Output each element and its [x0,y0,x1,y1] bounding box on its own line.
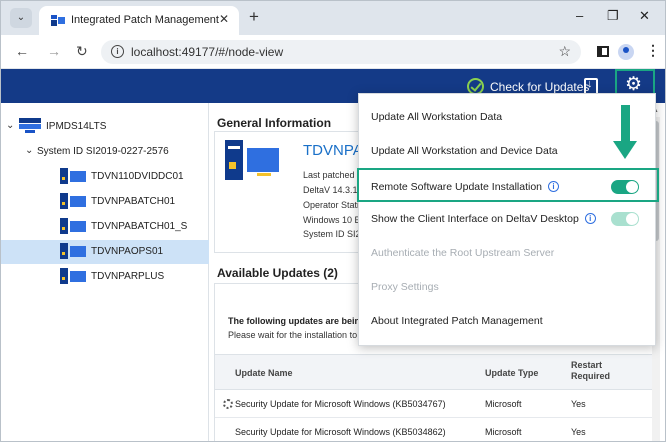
menu-item-label: About Integrated Patch Management [371,315,543,327]
back-arrow-icon[interactable]: ← [15,43,29,59]
node-info-line: System ID SI20 [303,229,366,239]
restore-icon[interactable]: ❐ [607,8,619,24]
updates-table-header: Update Name Update Type Restart Required [215,354,655,390]
minimize-icon[interactable]: – [576,8,583,23]
remote-update-toggle[interactable] [611,180,639,194]
workstation-icon [60,193,86,209]
site-info-icon[interactable]: i [111,45,124,58]
tree-node-label: TDVNPABATCH01 [91,196,176,207]
tree-root-label: IPMDS14LTS [46,121,107,132]
menu-item-label: Update All Workstation Data [371,111,503,123]
tree-node-label: TDVNPARPLUS [91,271,165,282]
installing-spinner-icon [223,399,233,409]
tab-title: Integrated Patch Management [71,14,219,26]
update-type-cell: Microsoft [485,427,522,437]
menu-item-label: Update All Workstation and Device Data [371,145,558,157]
tree-item-node-selected[interactable]: TDVNPAOPS01 [1,240,209,264]
update-name-cell: Security Update for Microsoft Windows (K… [235,427,446,437]
address-bar: ← → ↻ i localhost:49177/#/node-view ☆ ⋮ [1,35,665,69]
menu-item-text: Show the Client Interface on DeltaV Desk… [371,213,579,225]
menu-item-label: Authenticate the Root Upstream Server [371,247,555,259]
browser-tab[interactable]: Integrated Patch Management ✕ [39,6,239,35]
tab-search-chevron-icon[interactable]: ⌄ [10,8,32,28]
tab-bar: ⌄ Integrated Patch Management ✕ + – ❐ ✕ [1,1,665,35]
browser-menu-icon[interactable]: ⋮ [646,42,660,59]
chevron-down-icon[interactable]: ⌄ [6,120,14,131]
annotation-arrowhead-icon [613,141,637,159]
menu-item-text: Remote Software Update Installation [371,181,543,193]
tree-item-node[interactable]: TDVN110DVIDDC01 [1,165,209,189]
workstation-icon [60,168,86,184]
restart-cell: Yes [571,399,586,409]
workstation-large-icon [225,140,279,184]
available-updates-title: Available Updates (2) [217,266,338,280]
column-restart-required: Restart Required [571,360,611,381]
settings-menu: Update All Workstation Data Update All W… [357,93,659,346]
node-info-line: DeltaV 14.3.1.7 [303,185,366,195]
new-tab-button[interactable]: + [249,8,259,26]
bookmark-star-icon[interactable]: ☆ [558,43,571,60]
info-icon[interactable]: i [548,181,560,192]
chevron-down-icon[interactable]: ⌄ [25,145,33,156]
restart-cell: Yes [571,427,586,437]
table-row[interactable]: Security Update for Microsoft Windows (K… [215,390,655,418]
tree-item-system[interactable]: ⌄ System ID SI2019-0227-2576 [1,140,209,164]
tree-item-node[interactable]: TDVNPABATCH01_S [1,215,209,239]
tree-item-root[interactable]: ⌄ IPMDS14LTS [1,115,209,139]
node-info-line: Last patched N [303,170,364,180]
profile-avatar-icon[interactable] [618,44,634,60]
workstation-icon [60,268,86,284]
tree-item-node[interactable]: TDVNPABATCH01 [1,190,209,214]
install-notice: Please wait for the installation to [228,330,358,340]
tree-node-label: TDVNPABATCH01_S [91,221,188,232]
annotation-arrow-icon [621,105,630,143]
client-interface-toggle[interactable] [611,212,639,226]
tab-close-icon[interactable]: ✕ [219,12,229,26]
tree-node-label: TDVNPAOPS01 [91,246,164,257]
tree-system-label: System ID SI2019-0227-2576 [37,146,169,157]
menu-item-label: Show the Client Interface on DeltaV Desk… [371,213,596,225]
menu-item-show-client-interface[interactable]: Show the Client Interface on DeltaV Desk… [359,202,657,236]
node-tree: ⌄ IPMDS14LTS ⌄ System ID SI2019-0227-257… [1,103,209,441]
menu-item-authenticate-upstream: Authenticate the Root Upstream Server [359,236,657,270]
app-favicon-icon [51,15,65,26]
update-type-cell: Microsoft [485,399,522,409]
menu-item-about[interactable]: About Integrated Patch Management [359,304,657,338]
server-icon [19,118,41,134]
check-for-updates-button[interactable]: Check for Updates [490,80,589,94]
node-info-line: Operator Statio [303,200,365,210]
forward-arrow-icon[interactable]: → [47,43,61,59]
menu-item-label: Remote Software Update Installation i [371,181,560,193]
update-name-cell: Security Update for Microsoft Windows (K… [235,399,446,409]
url-omnibox[interactable]: i localhost:49177/#/node-view ☆ [101,40,581,64]
general-info-title: General Information [217,116,332,130]
install-notice-bold: The following updates are bein [228,316,361,326]
workstation-icon [60,243,86,259]
node-info-line: Windows 10 En [303,215,366,225]
browser-window: ⌄ Integrated Patch Management ✕ + – ❐ ✕ … [0,0,666,442]
column-update-name: Update Name [235,368,293,378]
menu-item-label: Proxy Settings [371,281,439,293]
column-update-type: Update Type [485,368,539,378]
workstation-icon [60,218,86,234]
info-icon[interactable]: i [584,213,596,224]
table-row[interactable]: Security Update for Microsoft Windows (K… [215,418,655,441]
side-panel-icon[interactable] [597,46,609,57]
window-close-icon[interactable]: ✕ [639,8,650,24]
menu-item-remote-software-update[interactable]: Remote Software Update Installation i [357,168,659,202]
tree-item-node[interactable]: TDVNPARPLUS [1,265,209,289]
reload-icon[interactable]: ↻ [76,43,88,60]
url-text: localhost:49177/#/node-view [131,45,284,59]
tree-node-label: TDVN110DVIDDC01 [91,171,184,182]
menu-item-update-workstation-data[interactable]: Update All Workstation Data [359,100,657,134]
menu-item-proxy-settings: Proxy Settings [359,270,657,304]
